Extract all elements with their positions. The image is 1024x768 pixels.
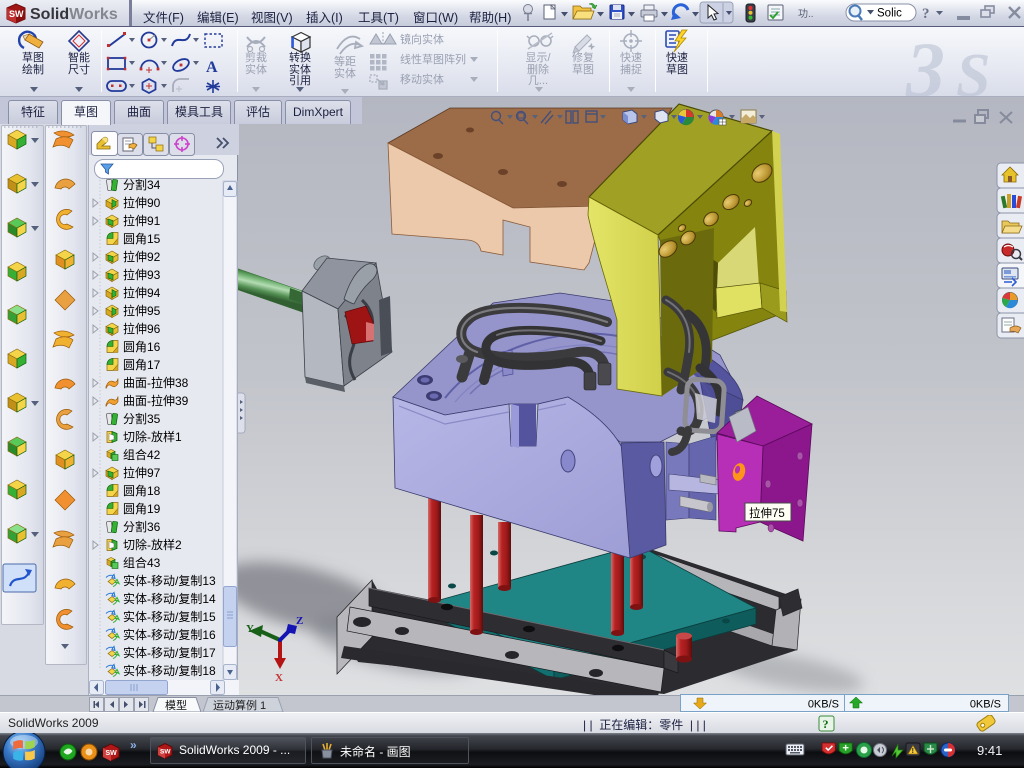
- svg-text:分割35: 分割35: [123, 411, 161, 426]
- svg-text:组合43: 组合43: [123, 555, 161, 570]
- svg-text:功..: 功..: [798, 8, 814, 20]
- svg-text:3: 3: [905, 27, 945, 97]
- svg-text:曲面-拉伸38: 曲面-拉伸38: [123, 375, 189, 390]
- svg-text:拉伸75: 拉伸75: [749, 506, 785, 520]
- svg-text:曲面-拉伸39: 曲面-拉伸39: [123, 393, 189, 408]
- svg-text:Y: Y: [246, 623, 254, 635]
- svg-text:切除-放样1: 切除-放样1: [123, 429, 182, 444]
- svg-text:实体-移动/复制13: 实体-移动/复制13: [123, 573, 216, 588]
- svg-text:模型: 模型: [165, 698, 187, 712]
- svg-text:拉伸90: 拉伸90: [123, 195, 161, 210]
- svg-text:0KB/S: 0KB/S: [970, 699, 1001, 711]
- svg-text:分割36: 分割36: [123, 519, 161, 534]
- svg-text:Solic: Solic: [877, 8, 902, 20]
- svg-text:SolidWorks: SolidWorks: [30, 6, 118, 23]
- svg-text:拉伸91: 拉伸91: [123, 213, 161, 228]
- svg-text:»: »: [130, 738, 137, 752]
- svg-text:拉伸94: 拉伸94: [123, 285, 161, 300]
- svg-text:S: S: [956, 42, 990, 97]
- svg-text:拉伸97: 拉伸97: [123, 465, 161, 480]
- svg-text:0KB/S: 0KB/S: [808, 699, 839, 711]
- svg-text:SW: SW: [160, 749, 171, 756]
- svg-text:拉伸95: 拉伸95: [123, 303, 161, 318]
- svg-text:圆角15: 圆角15: [123, 232, 161, 246]
- svg-text:拉伸92: 拉伸92: [123, 249, 161, 264]
- svg-text:拉伸93: 拉伸93: [123, 267, 161, 282]
- svg-text:?: ?: [922, 6, 930, 22]
- svg-text:X: X: [275, 672, 283, 684]
- svg-text:实体-移动/复制16: 实体-移动/复制16: [123, 627, 216, 642]
- svg-text:A: A: [206, 59, 218, 76]
- svg-text:拉伸96: 拉伸96: [123, 321, 161, 336]
- svg-text:?: ?: [823, 717, 829, 731]
- svg-text:Z: Z: [296, 615, 303, 627]
- svg-text:SW: SW: [9, 9, 24, 19]
- svg-text:分割34: 分割34: [123, 177, 161, 192]
- svg-text:圆角18: 圆角18: [123, 484, 161, 498]
- svg-text:SW: SW: [106, 750, 118, 757]
- svg-text:实体-移动/复制15: 实体-移动/复制15: [123, 609, 216, 624]
- svg-text:!: !: [912, 748, 914, 755]
- svg-text:圆角17: 圆角17: [123, 358, 161, 372]
- svg-text:实体-移动/复制14: 实体-移动/复制14: [123, 591, 216, 606]
- svg-text:组合42: 组合42: [123, 447, 161, 462]
- svg-text:切除-放样2: 切除-放样2: [123, 537, 182, 552]
- svg-text:圆角16: 圆角16: [123, 340, 161, 354]
- svg-text:圆角19: 圆角19: [123, 502, 161, 516]
- svg-text:实体-移动/复制18: 实体-移动/复制18: [123, 663, 216, 678]
- svg-text:运动算例 1: 运动算例 1: [213, 698, 266, 712]
- svg-text:实体-移动/复制17: 实体-移动/复制17: [123, 645, 216, 660]
